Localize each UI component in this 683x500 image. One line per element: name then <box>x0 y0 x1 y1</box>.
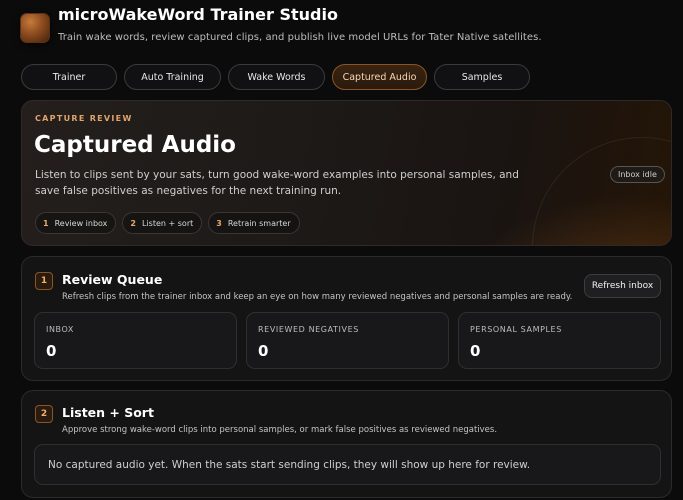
stat-inbox: INBOX 0 <box>34 312 237 369</box>
tab-wake-words[interactable]: Wake Words <box>228 64 325 90</box>
stat-label: REVIEWED NEGATIVES <box>258 325 359 334</box>
section-description: Approve strong wake-word clips into pers… <box>62 425 498 435</box>
app-logo-icon <box>20 13 50 43</box>
decorative-ring <box>532 137 671 245</box>
app-root: microWakeWord Trainer Studio Train wake … <box>0 0 683 500</box>
step-retrain-smarter: 3 Retrain smarter <box>208 212 300 234</box>
stat-label: PERSONAL SAMPLES <box>470 325 562 334</box>
section-description: Refresh clips from the trainer inbox and… <box>62 292 573 302</box>
app-subtitle: Train wake words, review captured clips,… <box>58 32 542 43</box>
app-header: microWakeWord Trainer Studio Train wake … <box>20 4 542 43</box>
hero-steps: 1 Review inbox 2 Listen + sort 3 Retrain… <box>35 212 300 234</box>
step-label: Review inbox <box>54 218 108 228</box>
listen-sort-card: 2 Listen + Sort Approve strong wake-word… <box>21 390 672 498</box>
main-tabs: Trainer Auto Training Wake Words Capture… <box>21 64 530 90</box>
section-number-badge: 1 <box>35 272 53 290</box>
stat-value: 0 <box>258 342 269 360</box>
capture-review-hero: CAPTURE REVIEW Captured Audio Listen to … <box>21 100 672 246</box>
step-review-inbox: 1 Review inbox <box>35 212 117 234</box>
section-title: Review Queue <box>62 272 163 287</box>
step-label: Retrain smarter <box>227 218 291 228</box>
stat-value: 0 <box>470 342 481 360</box>
hero-eyebrow: CAPTURE REVIEW <box>35 114 133 123</box>
tab-samples[interactable]: Samples <box>434 64 530 90</box>
refresh-inbox-button[interactable]: Refresh inbox <box>584 274 661 298</box>
header-text: microWakeWord Trainer Studio Train wake … <box>58 4 542 43</box>
app-title: microWakeWord Trainer Studio <box>58 5 338 24</box>
step-number: 1 <box>43 218 49 228</box>
step-listen-sort: 2 Listen + sort <box>122 212 203 234</box>
section-title: Listen + Sort <box>62 405 154 420</box>
tab-trainer[interactable]: Trainer <box>21 64 117 90</box>
stats-row: INBOX 0 REVIEWED NEGATIVES 0 PERSONAL SA… <box>34 312 661 369</box>
status-badge: Inbox idle <box>610 166 665 183</box>
hero-description: Listen to clips sent by your sats, turn … <box>35 169 519 197</box>
step-label: Listen + sort <box>142 218 194 228</box>
review-queue-card: 1 Review Queue Refresh clips from the tr… <box>21 256 672 381</box>
section-number-badge: 2 <box>35 405 53 423</box>
step-number: 2 <box>130 218 136 228</box>
step-number: 3 <box>216 218 222 228</box>
empty-state-message: No captured audio yet. When the sats sta… <box>34 444 661 485</box>
tab-auto-training[interactable]: Auto Training <box>124 64 221 90</box>
page-title: Captured Audio <box>34 132 236 158</box>
tab-captured-audio[interactable]: Captured Audio <box>332 64 427 90</box>
stat-value: 0 <box>46 342 57 360</box>
stat-personal-samples: PERSONAL SAMPLES 0 <box>458 312 661 369</box>
stat-label: INBOX <box>46 325 74 334</box>
stat-reviewed-negatives: REVIEWED NEGATIVES 0 <box>246 312 449 369</box>
